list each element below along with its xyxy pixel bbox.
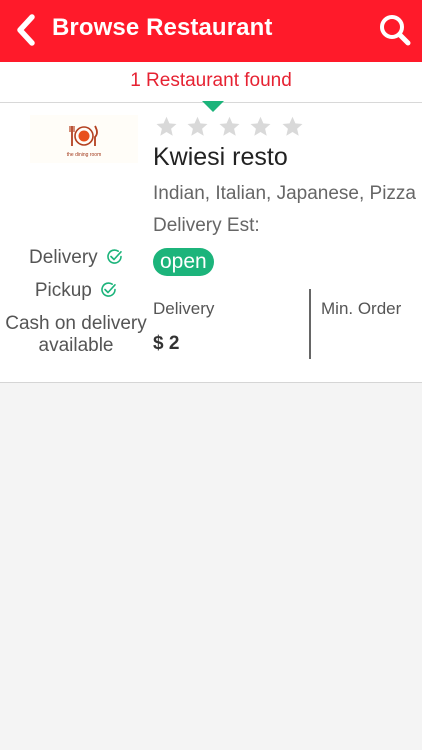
min-order-label: Min. Order — [321, 299, 402, 318]
delivery-option-label: Delivery — [29, 247, 98, 268]
restaurant-card[interactable]: the dining room Delivery Pickup Cash on … — [0, 103, 422, 383]
search-button[interactable] — [378, 13, 412, 47]
check-circle-icon — [101, 282, 116, 297]
app-header: Browse Restaurant — [0, 0, 422, 62]
star-icon — [187, 116, 208, 136]
star-icon — [250, 116, 271, 136]
cash-on-delivery-option: Cash on delivery available — [0, 307, 152, 357]
delivery-fee-label: Delivery — [153, 299, 215, 318]
restaurant-name[interactable]: Kwiesi resto — [153, 143, 288, 172]
min-order: Min. Order — [321, 299, 401, 319]
delivery-option: Delivery — [0, 241, 152, 274]
service-options: Delivery Pickup Cash on delivery availab… — [0, 241, 152, 357]
pickup-option: Pickup — [0, 274, 152, 307]
dining-logo-icon — [69, 125, 98, 146]
logo-text: the dining room — [66, 152, 102, 158]
restaurant-logo: the dining room — [30, 115, 138, 163]
cod-line-1: Cash on delivery — [5, 313, 147, 334]
chevron-left-icon — [17, 14, 35, 46]
star-icon — [219, 116, 240, 136]
search-icon — [380, 15, 411, 46]
column-divider — [309, 289, 311, 359]
results-count-text: 1 Restaurant found — [130, 70, 292, 91]
pickup-option-label: Pickup — [34, 280, 92, 301]
status-badge: open — [153, 248, 214, 276]
delivery-estimate-label: Delivery Est: — [153, 215, 260, 236]
star-icon — [156, 116, 177, 136]
star-icon — [282, 116, 303, 136]
selection-pointer-icon — [202, 101, 224, 112]
delivery-fee: Delivery $ 2 — [153, 299, 214, 355]
restaurant-cuisines: Indian, Italian, Japanese, Pizza — [153, 183, 417, 204]
rating-stars — [153, 115, 306, 139]
results-count-bar: 1 Restaurant found — [0, 62, 422, 103]
cod-line-2: available — [38, 335, 114, 356]
back-button[interactable] — [12, 13, 42, 47]
check-circle-icon — [107, 249, 122, 264]
page-title: Browse Restaurant — [52, 14, 273, 41]
delivery-fee-value: $ 2 — [153, 333, 180, 354]
